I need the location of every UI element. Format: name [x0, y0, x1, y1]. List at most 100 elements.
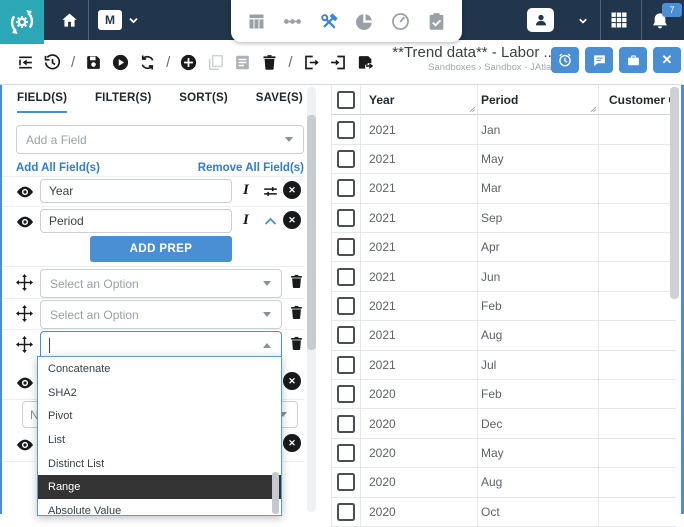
- table-view-button[interactable]: [246, 11, 267, 32]
- field-settings-button[interactable]: [261, 182, 280, 201]
- dropdown-option[interactable]: Distinct List: [38, 452, 281, 476]
- cell-year: 2021: [360, 292, 477, 320]
- app-logo[interactable]: [0, 0, 44, 44]
- field-name-input[interactable]: [40, 179, 232, 203]
- column-resize-icon[interactable]: [586, 102, 597, 113]
- paste-list-button: [233, 53, 252, 72]
- remove-field-button[interactable]: ✕: [283, 211, 301, 229]
- remove-field-button[interactable]: ✕: [283, 181, 301, 199]
- apps-grid-button[interactable]: [609, 10, 629, 30]
- dropdown-option[interactable]: Range: [38, 475, 281, 499]
- prep-option-select[interactable]: Select an Option: [40, 300, 282, 329]
- history-button[interactable]: [43, 53, 62, 72]
- drag-handle[interactable]: [15, 335, 34, 354]
- drag-handle[interactable]: [15, 273, 34, 292]
- row-checkbox[interactable]: [337, 238, 355, 256]
- add-field-select[interactable]: Add a Field: [16, 125, 304, 154]
- panel-tab[interactable]: FIELD(S): [17, 92, 67, 113]
- header-customer[interactable]: Customer Co: [598, 85, 676, 114]
- briefcase-button[interactable]: [619, 47, 647, 73]
- indent-icon: [16, 53, 35, 72]
- refresh-button[interactable]: [138, 53, 157, 72]
- visibility-button[interactable]: [15, 435, 35, 455]
- row-checkbox[interactable]: [337, 473, 355, 491]
- chevron-down-icon[interactable]: [127, 14, 140, 27]
- add-all-fields-link[interactable]: Add All Field(s): [16, 162, 100, 174]
- cell-year: 2021: [360, 145, 477, 173]
- remove-all-fields-link[interactable]: Remove All Field(s): [198, 162, 304, 174]
- visibility-button[interactable]: [15, 373, 35, 393]
- row-checkbox[interactable]: [337, 150, 355, 168]
- table-scrollbar[interactable]: [670, 87, 679, 512]
- cell-customer: [598, 116, 676, 144]
- row-checkbox[interactable]: [337, 121, 355, 139]
- add-prep-button[interactable]: ADD PREP: [90, 236, 232, 262]
- field-row-year: I ✕: [2, 177, 304, 207]
- tasks-view-button[interactable]: [426, 11, 447, 32]
- table-row: 2021 Apr: [331, 233, 676, 262]
- header-year[interactable]: Year: [360, 85, 477, 114]
- remove-field-button[interactable]: ✕: [283, 434, 301, 452]
- dropdown-option[interactable]: SHA2: [38, 381, 281, 405]
- row-checkbox[interactable]: [337, 179, 355, 197]
- delete-button[interactable]: [260, 53, 279, 72]
- row-checkbox[interactable]: [337, 415, 355, 433]
- home-button[interactable]: [54, 0, 84, 40]
- row-checkbox[interactable]: [337, 268, 355, 286]
- save-button[interactable]: [84, 53, 103, 72]
- workspace-button[interactable]: M: [98, 10, 122, 30]
- select-all-checkbox[interactable]: [337, 91, 355, 109]
- dropdown-option[interactable]: Pivot: [38, 404, 281, 428]
- schedule-button[interactable]: [551, 47, 579, 73]
- flow-view-button[interactable]: [282, 11, 303, 32]
- panel-tab[interactable]: FILTER(S): [95, 92, 152, 113]
- navbar-divider: [88, 0, 89, 40]
- panel-tab[interactable]: SORT(S): [179, 92, 228, 113]
- column-label: Customer Co: [609, 93, 676, 107]
- row-checkbox[interactable]: [337, 385, 355, 403]
- table-scrollbar-thumb[interactable]: [670, 87, 679, 299]
- panel-tab[interactable]: SAVE(S): [256, 92, 303, 113]
- delete-prep-button[interactable]: [288, 272, 305, 292]
- breadcrumb-sandboxes[interactable]: Sandboxes: [428, 62, 476, 73]
- panel-scrollbar-thumb[interactable]: [307, 115, 316, 350]
- row-checkbox[interactable]: [337, 326, 355, 344]
- navbar-divider: [641, 0, 642, 40]
- dropdown-option[interactable]: Concatenate: [38, 357, 281, 381]
- header-period[interactable]: Period: [477, 85, 598, 114]
- collapse-prep-button[interactable]: [262, 213, 279, 230]
- row-checkbox[interactable]: [337, 297, 355, 315]
- italic-format-button[interactable]: I: [243, 181, 249, 201]
- gauge-view-button[interactable]: [390, 11, 411, 32]
- visibility-button[interactable]: [15, 182, 35, 202]
- row-checkbox[interactable]: [337, 209, 355, 227]
- row-checkbox[interactable]: [337, 503, 355, 521]
- add-button[interactable]: [179, 53, 198, 72]
- pie-view-button[interactable]: [354, 11, 375, 32]
- prep-option-select[interactable]: Select an Option: [40, 269, 282, 298]
- italic-format-button[interactable]: I: [243, 211, 249, 231]
- user-menu-chevron-icon[interactable]: [577, 15, 589, 27]
- table-row: 2020 May: [331, 439, 676, 468]
- outline-button[interactable]: [16, 53, 35, 72]
- dropdown-option[interactable]: Absolute Value: [38, 499, 281, 516]
- delete-prep-button[interactable]: [288, 334, 305, 354]
- visibility-button[interactable]: [15, 212, 35, 232]
- column-resize-icon[interactable]: [465, 102, 476, 113]
- tools-view-button[interactable]: [318, 11, 339, 32]
- run-button[interactable]: [111, 53, 130, 72]
- comments-button[interactable]: [585, 47, 613, 73]
- remove-field-button[interactable]: ✕: [283, 372, 301, 390]
- dropdown-scrollbar[interactable]: [272, 472, 279, 514]
- dropdown-option[interactable]: List: [38, 428, 281, 452]
- close-button[interactable]: ✕: [653, 47, 681, 73]
- drag-handle[interactable]: [15, 304, 34, 323]
- row-checkbox[interactable]: [337, 356, 355, 374]
- delete-prep-button[interactable]: [288, 303, 305, 323]
- user-avatar-button[interactable]: [527, 8, 554, 32]
- row-checkbox[interactable]: [337, 444, 355, 462]
- field-name-input[interactable]: [40, 209, 232, 233]
- cell-period: Jul: [477, 351, 598, 379]
- panel-scrollbar[interactable]: [307, 87, 316, 512]
- cell-customer: [598, 233, 676, 261]
